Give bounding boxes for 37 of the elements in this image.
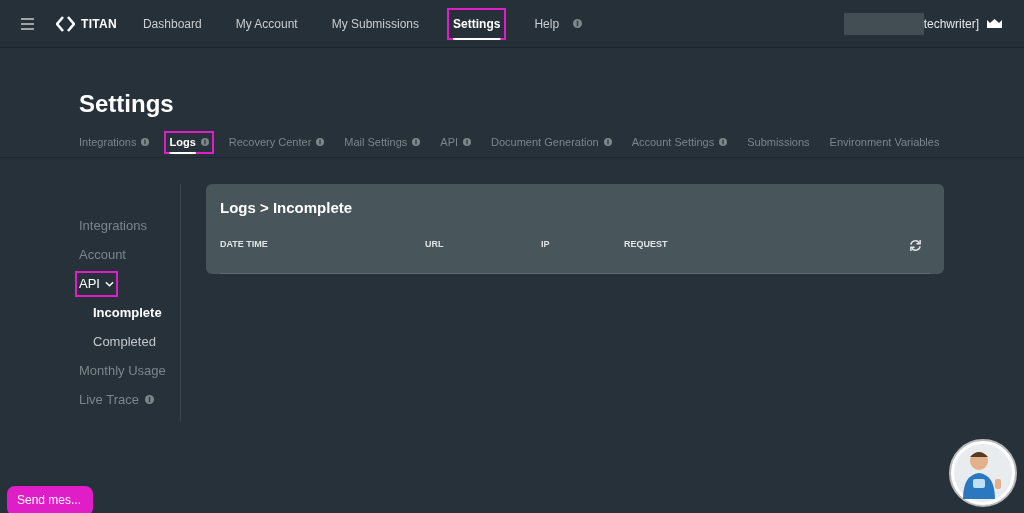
tab[interactable]: Integrations [79, 134, 150, 150]
mascot-avatar[interactable] [949, 439, 1017, 507]
crown-icon [987, 19, 1002, 28]
chevron-icon [104, 280, 114, 287]
sidebar-subitem[interactable]: Completed [93, 332, 156, 351]
nav-link[interactable]: Help [528, 7, 566, 40]
user-name[interactable]: techwriter] [923, 14, 979, 33]
sidebar-item[interactable]: Monthly Usage [79, 361, 166, 380]
panel-title: Logs > Incomplete [220, 199, 354, 217]
sidebar-item[interactable]: Account [79, 245, 126, 264]
sidebar-item[interactable]: Integrations [79, 216, 147, 235]
brackets-icon [56, 15, 75, 32]
column-header: REQUEST [624, 238, 669, 252]
sidebar-item[interactable]: Live Trace [79, 390, 139, 409]
tab[interactable]: Submissions [747, 134, 810, 150]
tab[interactable]: Logs [164, 130, 214, 154]
logo[interactable]: TITAN [56, 14, 117, 33]
tab[interactable]: Environment Variables [829, 134, 940, 150]
tab[interactable]: API [440, 134, 472, 150]
tab[interactable]: Account Settings [631, 134, 728, 150]
menu-icon[interactable] [21, 17, 34, 30]
column-header: IP [541, 238, 551, 252]
nav-link[interactable]: Dashboard [136, 7, 208, 40]
column-header: URL [425, 238, 445, 252]
page-title: Settings [79, 90, 175, 118]
nav-link[interactable]: My Account [229, 7, 304, 40]
chat-button[interactable]: Send mes... [7, 486, 93, 513]
tab[interactable]: Mail Settings [344, 134, 421, 150]
nav-link[interactable]: My Submissions [325, 7, 426, 40]
column-header: DATE TIME [220, 238, 269, 252]
tab[interactable]: Recovery Center [228, 134, 325, 150]
sidebar-subitem[interactable]: Incomplete [93, 303, 162, 322]
nav-link[interactable]: Settings [447, 7, 507, 40]
brand-name: TITAN [81, 15, 117, 33]
refresh-icon[interactable] [909, 238, 922, 252]
tab[interactable]: Document Generation [491, 134, 612, 150]
sidebar-item[interactable]: API [75, 270, 118, 297]
